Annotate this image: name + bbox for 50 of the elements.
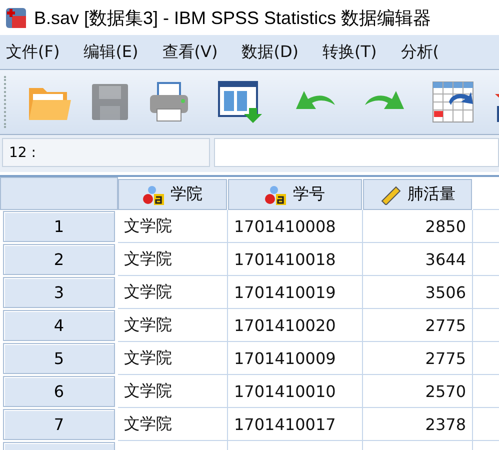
- row-header[interactable]: 3: [3, 277, 115, 308]
- table-cell: 1701410009: [228, 342, 363, 375]
- table-cell: 文学院: [118, 408, 228, 441]
- table-cell: 1701410019: [228, 276, 363, 309]
- menu-item[interactable]: 转换(T): [322, 42, 377, 62]
- cell-reference: 12 :: [2, 138, 210, 167]
- table-cell: 文学院: [118, 309, 228, 342]
- table-cell: 2775: [363, 309, 473, 342]
- nominal-variable-icon: [265, 184, 287, 204]
- app-icon: [4, 6, 28, 30]
- table-cell: 1701410008: [228, 210, 363, 243]
- menu-item[interactable]: 查看(V): [162, 42, 218, 62]
- row-header[interactable]: 7: [3, 409, 115, 440]
- column-header[interactable]: 学院: [118, 179, 227, 210]
- dialog-recall-icon: [217, 80, 263, 124]
- column-header[interactable]: 肺活量: [363, 179, 472, 210]
- column-header[interactable]: 学号: [228, 179, 362, 210]
- table-cell: 2850: [363, 210, 473, 243]
- table-cell: 文学院: [118, 276, 228, 309]
- menu-item[interactable]: 分析(: [400, 42, 440, 62]
- table-cell: 1701410017: [228, 408, 363, 441]
- table-cell: 1701410010: [228, 375, 363, 408]
- row-header[interactable]: 4: [3, 310, 115, 341]
- table-cell: 文学院: [118, 342, 228, 375]
- table-cell: 3644: [363, 243, 473, 276]
- row-header[interactable]: 2: [3, 244, 115, 275]
- go-to-case-icon: [431, 80, 475, 124]
- window-title: B.sav [数据集3] - IBM SPSS Statistics 数据编辑器: [34, 6, 432, 30]
- row-header[interactable]: 1: [3, 211, 115, 242]
- printer-icon: [148, 81, 190, 123]
- table-cell: 2570: [363, 375, 473, 408]
- ruler-icon: [380, 184, 402, 204]
- column-label: 肺活量: [408, 184, 456, 205]
- cell-value-field[interactable]: [214, 138, 499, 167]
- table-cell: 文学院: [118, 375, 228, 408]
- nominal-variable-icon: [142, 184, 164, 204]
- menu-item[interactable]: 文件(F): [6, 42, 60, 62]
- row-header[interactable]: 6: [3, 376, 115, 407]
- table-cell: 2378: [363, 408, 473, 441]
- menu-item[interactable]: 编辑(E): [84, 42, 138, 62]
- column-label: 学院: [170, 184, 202, 205]
- table-cell: 1701410020: [228, 309, 363, 342]
- table-cell: 文学院: [118, 243, 228, 276]
- table-cell: 3506: [363, 276, 473, 309]
- row-header[interactable]: 5: [3, 343, 115, 374]
- column-label: 学号: [293, 184, 325, 205]
- table-cell: 文学院: [118, 210, 228, 243]
- menu-item[interactable]: 数据(D): [242, 42, 299, 62]
- table-cell: 2775: [363, 342, 473, 375]
- table-cell: 1701410018: [228, 243, 363, 276]
